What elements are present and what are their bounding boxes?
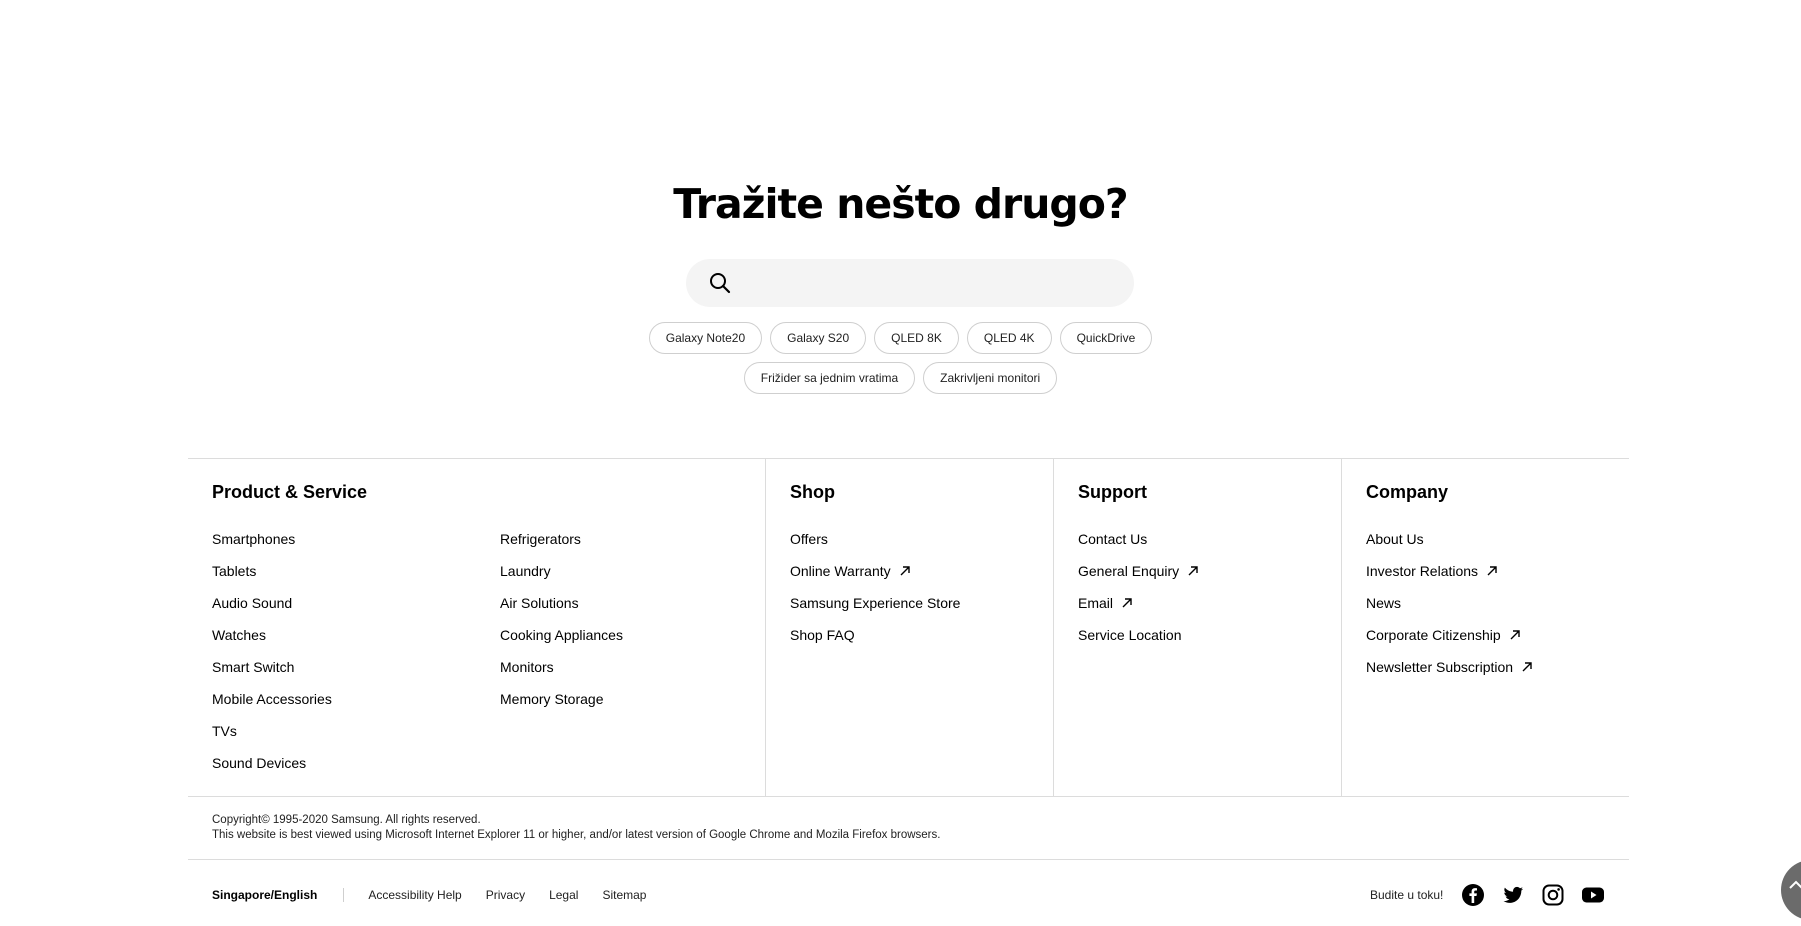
- search-bar[interactable]: [686, 259, 1134, 309]
- external-link-icon: [1522, 662, 1532, 672]
- footer-link-external[interactable]: Email: [1078, 587, 1341, 619]
- external-link-icon: [1510, 630, 1520, 640]
- search-input[interactable]: [746, 259, 1120, 309]
- footer-col-title: Product & Service: [212, 482, 368, 502]
- footer-link[interactable]: Offers: [790, 523, 1053, 555]
- suggestion-chip[interactable]: QLED 4K: [966, 322, 1052, 354]
- product-list-1: Smartphones Tablets Audio Sound Watches …: [212, 523, 332, 779]
- suggestion-chips-row-1: Galaxy Note20 Galaxy S20 QLED 8K QLED 4K…: [0, 322, 1801, 354]
- footer-col-title: Support: [1078, 482, 1147, 502]
- footer-link[interactable]: Samsung Experience Store: [790, 587, 1053, 619]
- bottom-link-accessibility[interactable]: Accessibility Help: [368, 888, 461, 902]
- footer-col-title: Shop: [790, 482, 835, 502]
- social-label: Budite u toku!: [1370, 888, 1444, 902]
- suggestion-chip[interactable]: Galaxy S20: [770, 322, 867, 354]
- copyright: Copyright© 1995-2020 Samsung. All rights…: [212, 813, 940, 843]
- separator: [343, 888, 345, 902]
- footer-link-external[interactable]: Corporate Citizenship: [1366, 619, 1629, 651]
- suggestion-chips-row-2: Frižider sa jednim vratima Zakrivljeni m…: [0, 362, 1801, 394]
- suggestion-chip[interactable]: Zakrivljeni monitori: [923, 362, 1058, 394]
- footer-link[interactable]: Refrigerators: [500, 523, 623, 555]
- support-list: Contact Us General Enquiry Email Service…: [1078, 523, 1341, 651]
- footer-link[interactable]: Tablets: [212, 555, 332, 587]
- bottom-link-legal[interactable]: Legal: [549, 888, 578, 902]
- footer-link-external[interactable]: General Enquiry: [1078, 555, 1341, 587]
- external-link-icon: [1188, 566, 1198, 576]
- search-icon[interactable]: [708, 271, 732, 295]
- footer-link[interactable]: Monitors: [500, 651, 623, 683]
- suggestion-chip[interactable]: Galaxy Note20: [648, 322, 763, 354]
- scroll-to-top-button[interactable]: [1781, 860, 1801, 920]
- company-list: About Us Investor Relations News Corpora…: [1366, 523, 1629, 683]
- footer-link[interactable]: Shop FAQ: [790, 619, 1053, 651]
- footer-link[interactable]: TVs: [212, 715, 332, 747]
- instagram-icon[interactable]: [1541, 883, 1565, 907]
- footer-link[interactable]: Air Solutions: [500, 587, 623, 619]
- footer-link[interactable]: Smart Switch: [212, 651, 332, 683]
- footer-link[interactable]: About Us: [1366, 523, 1629, 555]
- footer-col-company: Company About Us Investor Relations News…: [1341, 459, 1629, 796]
- footer-col-product-service: Product & Service Smartphones Tablets Au…: [188, 459, 765, 796]
- copyright-line: Copyright© 1995-2020 Samsung. All rights…: [212, 814, 481, 826]
- twitter-icon[interactable]: [1501, 883, 1525, 907]
- footer-col-title: Company: [1366, 482, 1449, 502]
- page-heading: Tražite nešto drugo?: [673, 180, 1128, 228]
- footer-link-external[interactable]: Investor Relations: [1366, 555, 1629, 587]
- bottom-link-sitemap[interactable]: Sitemap: [602, 888, 646, 902]
- footer-link[interactable]: Laundry: [500, 555, 623, 587]
- footer-divider: [188, 796, 1629, 797]
- footer-link[interactable]: Memory Storage: [500, 683, 623, 715]
- chevron-up-icon: [1789, 880, 1801, 889]
- youtube-icon[interactable]: [1581, 883, 1605, 907]
- footer-link-external[interactable]: Newsletter Subscription: [1366, 651, 1629, 683]
- social-links: Budite u toku!: [1370, 880, 1621, 910]
- footer-link[interactable]: Contact Us: [1078, 523, 1341, 555]
- browser-notice: This website is best viewed using Micros…: [212, 829, 941, 841]
- footer-link[interactable]: Cooking Appliances: [500, 619, 623, 651]
- footer-link[interactable]: Smartphones: [212, 523, 332, 555]
- footer-link[interactable]: Service Location: [1078, 619, 1341, 651]
- external-link-icon: [1122, 598, 1132, 608]
- external-link-icon: [900, 566, 910, 576]
- footer-col-shop: Shop Offers Online Warranty Samsung Expe…: [765, 459, 1053, 796]
- footer-link[interactable]: News: [1366, 587, 1629, 619]
- facebook-icon[interactable]: [1461, 883, 1485, 907]
- footer-link-external[interactable]: Online Warranty: [790, 555, 1053, 587]
- footer-bottom-bar: Singapore/English Accessibility Help Pri…: [212, 885, 670, 905]
- page: Tražite nešto drugo? Galaxy Note20 Galax…: [0, 0, 1801, 926]
- suggestion-chip[interactable]: Frižider sa jednim vratima: [743, 362, 916, 394]
- footer-link[interactable]: Sound Devices: [212, 747, 332, 779]
- external-link-icon: [1487, 566, 1497, 576]
- footer-link[interactable]: Audio Sound: [212, 587, 332, 619]
- suggestion-chip[interactable]: QuickDrive: [1059, 322, 1153, 354]
- region-selector[interactable]: Singapore/English: [212, 888, 317, 902]
- footer-link[interactable]: Mobile Accessories: [212, 683, 332, 715]
- shop-list: Offers Online Warranty Samsung Experienc…: [790, 523, 1053, 651]
- suggestion-chip[interactable]: QLED 8K: [874, 322, 959, 354]
- footer-divider: [188, 859, 1629, 860]
- footer-link[interactable]: Watches: [212, 619, 332, 651]
- product-list-2: Refrigerators Laundry Air Solutions Cook…: [500, 523, 623, 715]
- footer-col-support: Support Contact Us General Enquiry Email…: [1053, 459, 1341, 796]
- footer-columns: Product & Service Smartphones Tablets Au…: [188, 459, 1629, 796]
- bottom-link-privacy[interactable]: Privacy: [486, 888, 525, 902]
